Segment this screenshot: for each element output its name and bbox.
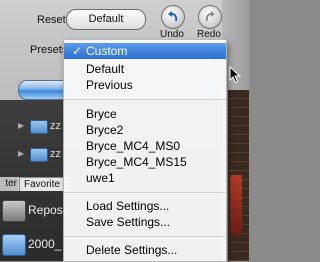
menu-separator — [64, 99, 226, 100]
reset-default-button[interactable]: Default — [66, 9, 146, 30]
disclosure-triangle-icon[interactable]: ▶ — [18, 149, 24, 158]
tab-filter[interactable]: ter — [0, 177, 18, 191]
mouse-pointer-icon — [229, 66, 241, 84]
tab-bar: ter Favorite — [0, 177, 70, 191]
menu-separator — [64, 192, 226, 193]
ruler-marker — [230, 175, 242, 235]
repository-icon — [2, 200, 26, 222]
menu-item-bryce2[interactable]: Bryce2 — [64, 122, 226, 138]
menu-item-delete-settings[interactable]: Delete Settings... — [64, 242, 226, 258]
menu-item-uwe1[interactable]: uwe1 — [64, 170, 226, 186]
repository-item[interactable]: Reposi — [28, 203, 65, 217]
menu-item-custom[interactable]: ✓ Custom — [64, 43, 226, 59]
redo-label: Redo — [197, 29, 221, 40]
redo-button[interactable] — [198, 5, 222, 29]
presets-label: Presets — [30, 44, 68, 56]
undo-button[interactable] — [161, 5, 185, 29]
presets-menu: ✓ Custom Default Previous Bryce Bryce2 B… — [63, 40, 227, 262]
menu-item-save-settings[interactable]: Save Settings... — [64, 214, 226, 230]
undo-label: Undo — [160, 29, 184, 40]
folder-icon — [30, 148, 48, 162]
folder-name[interactable]: zz — [50, 148, 61, 160]
undo-arrow-icon — [168, 11, 178, 22]
tab-favorites[interactable]: Favorite — [19, 177, 67, 191]
checkmark-icon: ✓ — [72, 44, 83, 58]
menu-item-label: Custom — [86, 44, 128, 58]
reset-label: Reset: — [37, 14, 69, 26]
menu-item-load-settings[interactable]: Load Settings... — [64, 198, 226, 214]
menu-item-bryce-mc4-ms15[interactable]: Bryce_MC4_MS15 — [64, 154, 226, 170]
menu-separator — [64, 236, 226, 237]
menu-item-bryce[interactable]: Bryce — [64, 106, 226, 122]
menu-item-bryce-mc4-ms0[interactable]: Bryce_MC4_MS0 — [64, 138, 226, 154]
folder-icon — [2, 234, 26, 256]
folder-item[interactable]: 2000_ — [28, 237, 61, 251]
folder-name[interactable]: zz — [50, 120, 61, 132]
menu-item-previous[interactable]: Previous — [64, 77, 226, 93]
folder-icon — [30, 120, 48, 134]
disclosure-triangle-icon[interactable]: ▶ — [18, 121, 24, 130]
menu-item-default[interactable]: Default — [64, 61, 226, 77]
redo-arrow-icon — [205, 11, 215, 22]
